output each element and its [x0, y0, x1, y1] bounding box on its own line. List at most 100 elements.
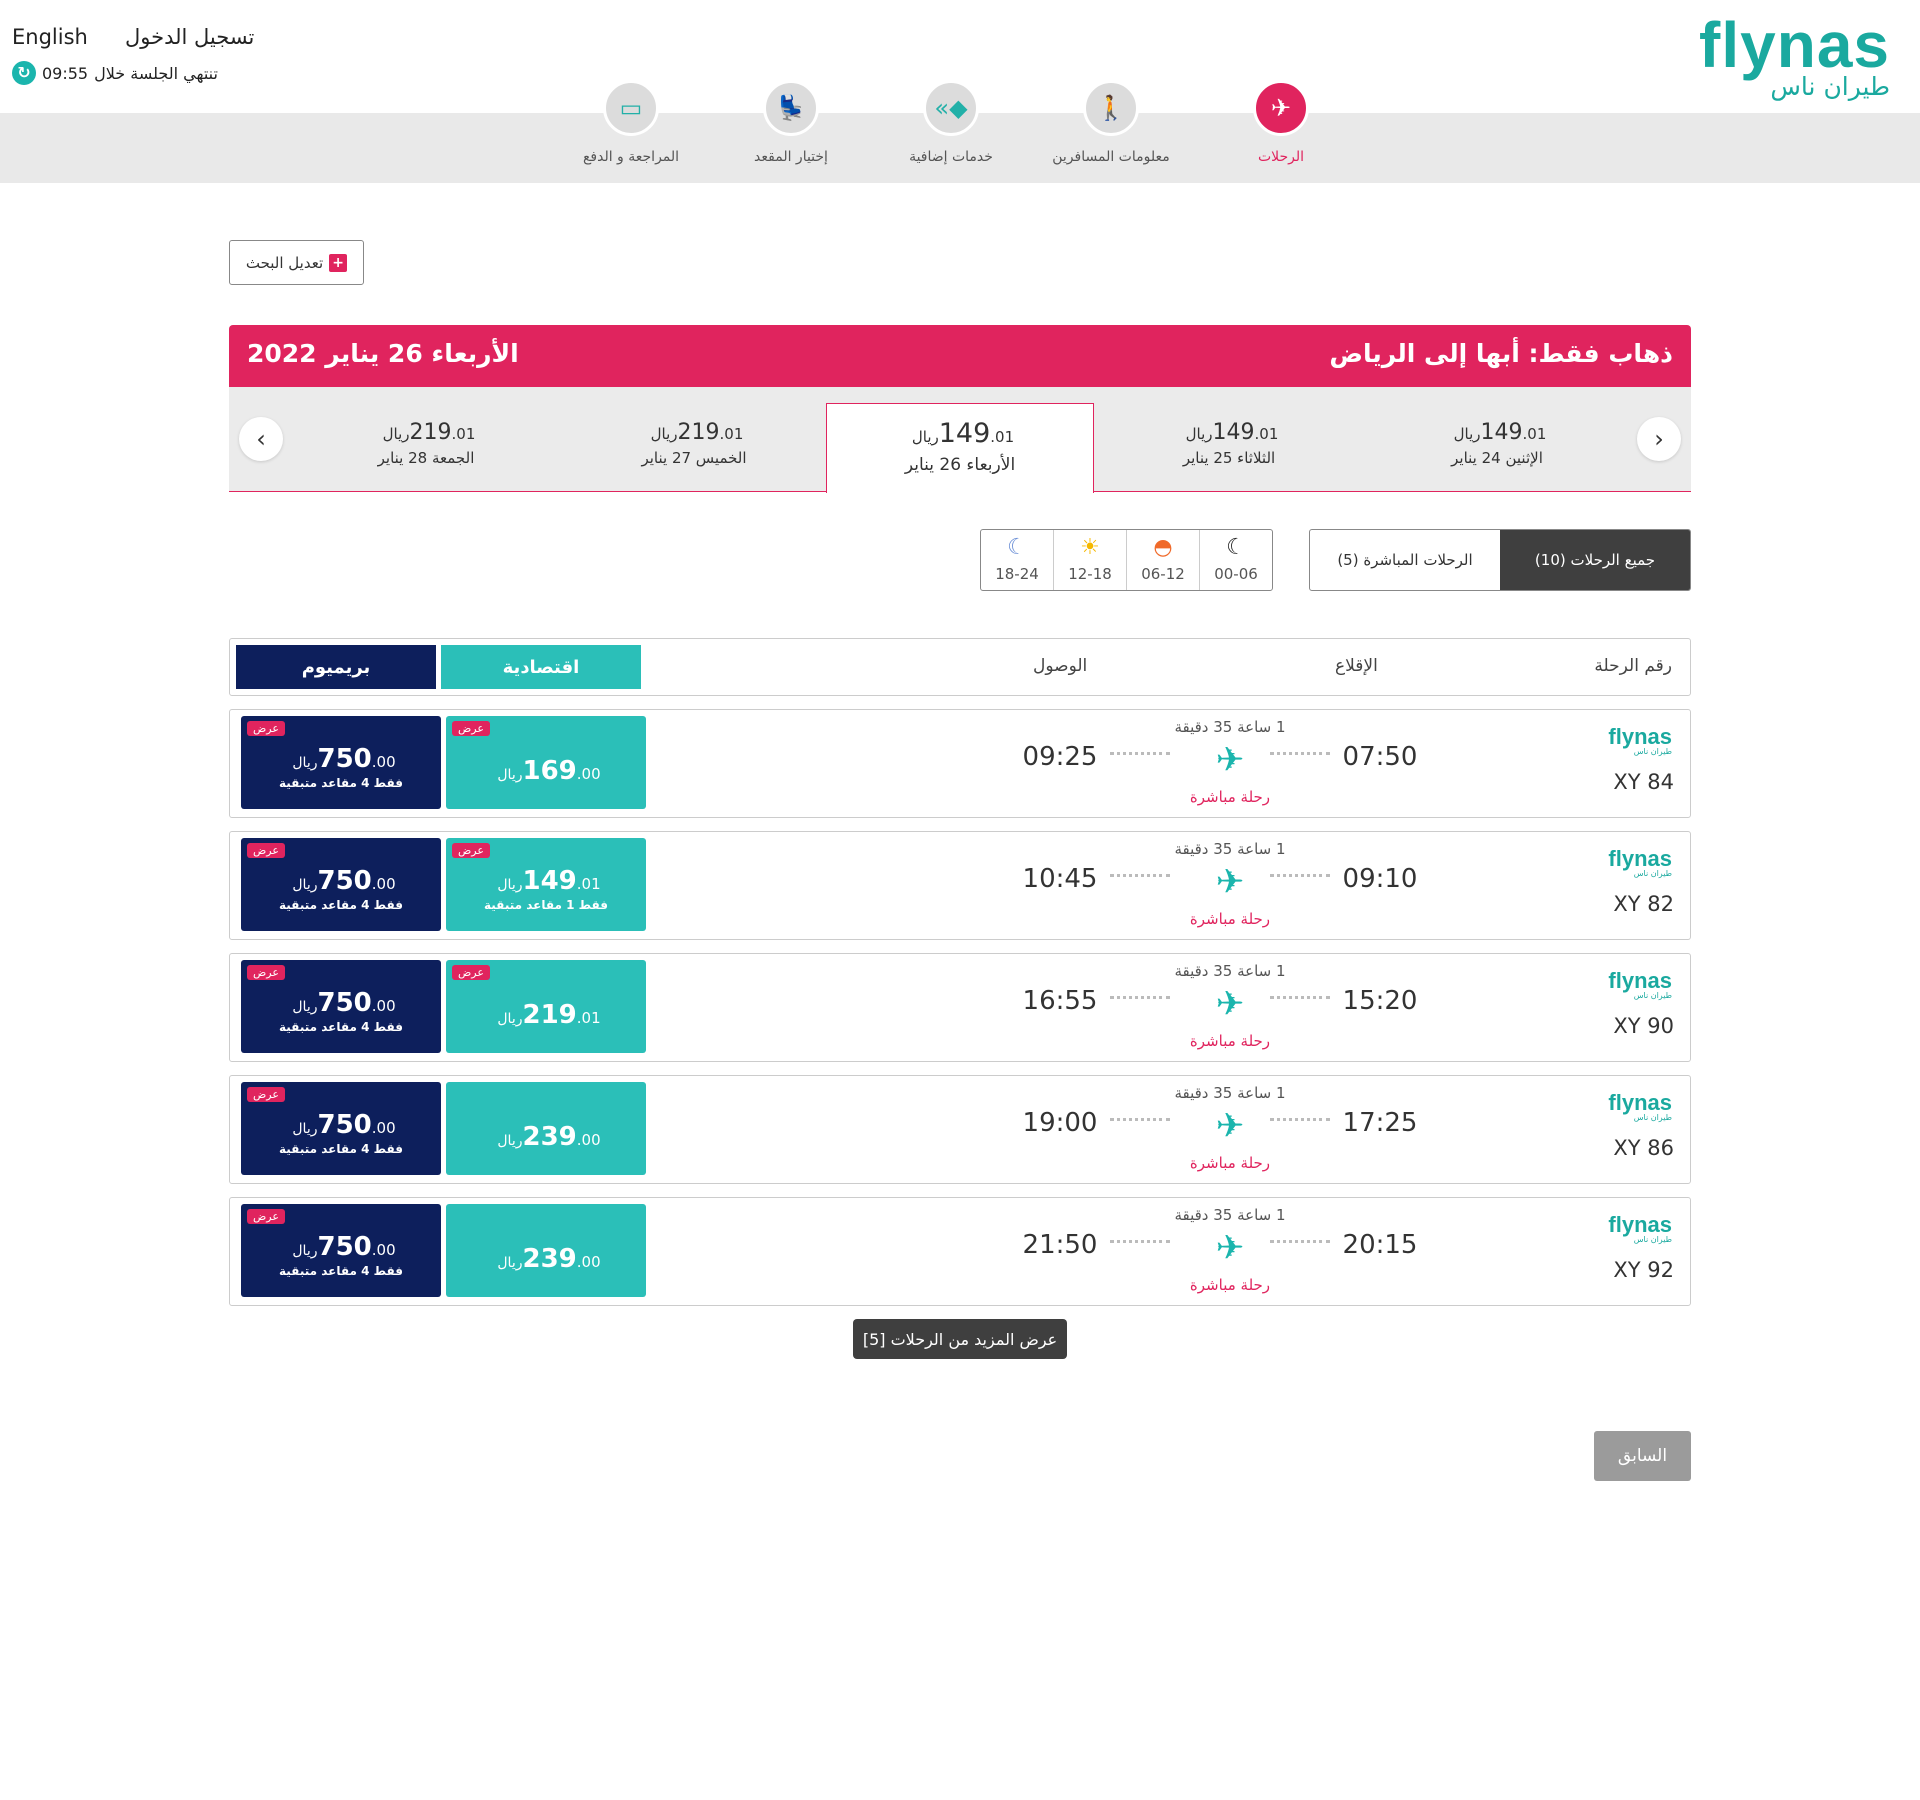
flight-type-label: رحلة مباشرة	[1189, 910, 1271, 928]
flight-row: flynas طيران ناس XY 86 17:25 1 ساعة 35 د…	[229, 1075, 1691, 1184]
plane-icon: ✈	[1215, 862, 1245, 902]
plane-icon: ✈	[1215, 1106, 1245, 1146]
premium-fare-button[interactable]: عرض 750.00ريال فقط 4 مقاعد متبقية	[241, 716, 441, 809]
payment-icon: ▭	[603, 80, 659, 136]
flight-duration: 1 ساعة 35 دقيقة	[1174, 962, 1286, 980]
refresh-icon[interactable]: ↻	[12, 61, 36, 85]
route-date: الأربعاء 26 يناير 2022	[247, 339, 519, 368]
flight-number: XY 92	[1613, 1258, 1674, 1282]
flight-duration: 1 ساعة 35 دقيقة	[1174, 1084, 1286, 1102]
flight-type-label: رحلة مباشرة	[1189, 1276, 1271, 1294]
arrival-time: 16:55	[1022, 986, 1098, 1016]
date-selector: › ‹ 149.01ريال الإثنين 24 يناير 149.01ري…	[229, 387, 1691, 493]
seats-left: فقط 1 مقاعد متبقية	[484, 898, 608, 912]
extras-icon: «◆	[923, 80, 979, 136]
route-dots	[1110, 874, 1170, 877]
flight-type-label: رحلة مباشرة	[1189, 1032, 1271, 1050]
date-option[interactable]: 149.01ريال الثلاثاء 25 يناير	[1119, 387, 1339, 492]
chevron-left-icon[interactable]: ‹	[239, 417, 283, 461]
seats-left: فقط 4 مقاعد متبقية	[279, 1142, 403, 1156]
plane-icon: ✈	[1215, 1228, 1245, 1268]
offer-badge: عرض	[247, 843, 285, 858]
economy-fare-button[interactable]: عرض 149.01ريال فقط 1 مقاعد متبقية	[446, 838, 646, 931]
offer-badge: عرض	[247, 721, 285, 736]
time-filter-12-18[interactable]: ☀ 12-18	[1054, 530, 1127, 590]
premium-fare-button[interactable]: عرض 750.00ريال فقط 4 مقاعد متبقية	[241, 1082, 441, 1175]
session-timer: ↻ 09:55 تنتهي الجلسة خلال	[12, 61, 218, 85]
economy-fare-button[interactable]: 239.00ريال	[446, 1082, 646, 1175]
premium-fare-button[interactable]: عرض 750.00ريال فقط 4 مقاعد متبقية	[241, 960, 441, 1053]
economy-fare-button[interactable]: 239.00ريال	[446, 1204, 646, 1297]
flynas-logo-small: flynas طيران ناس	[1608, 968, 1672, 1000]
economy-fare-button[interactable]: عرض 169.00ريال	[446, 716, 646, 809]
header-economy: اقتصادية	[441, 645, 641, 689]
night-icon: ☾	[1226, 535, 1246, 560]
arrival-time: 21:50	[1022, 1230, 1098, 1260]
header-flight-number: رقم الرحلة	[1594, 656, 1672, 676]
session-text: تنتهي الجلسة خلال	[94, 63, 218, 83]
departure-time: 15:20	[1342, 986, 1418, 1016]
date-option[interactable]: 219.01ريال الجمعة 28 يناير	[316, 387, 536, 492]
route-dots	[1270, 1118, 1330, 1121]
flynas-logo[interactable]: flynas طيران ناس	[1699, 10, 1890, 99]
date-option[interactable]: 149.01ريال الإثنين 24 يناير	[1387, 387, 1607, 492]
plus-icon: +	[329, 253, 348, 272]
step-review-payment[interactable]: ▭ المراجعة و الدفع	[551, 80, 711, 165]
tab-all-flights[interactable]: جميع الرحلات (10)	[1500, 530, 1690, 590]
chevron-right-icon[interactable]: ›	[1637, 417, 1681, 461]
show-more-flights-button[interactable]: عرض المزيد من الرحلات [5]	[853, 1319, 1067, 1359]
fare-amount: 750.00ريال	[292, 988, 396, 1018]
departure-time: 07:50	[1342, 742, 1418, 772]
sun-icon: ☀	[1080, 535, 1100, 560]
premium-fare-button[interactable]: عرض 750.00ريال فقط 4 مقاعد متبقية	[241, 838, 441, 931]
fare-amount: 750.00ريال	[292, 744, 396, 774]
step-extras[interactable]: «◆ خدمات إضافية	[871, 80, 1031, 165]
economy-fare-button[interactable]: عرض 219.01ريال	[446, 960, 646, 1053]
tab-direct-flights[interactable]: الرحلات المباشرة (5)	[1310, 530, 1500, 590]
arrival-time: 19:00	[1022, 1108, 1098, 1138]
offer-badge: عرض	[452, 965, 490, 980]
fare-amount: 750.00ريال	[292, 1232, 396, 1262]
route-dots	[1110, 1240, 1170, 1243]
fare-amount: 169.00ريال	[497, 756, 601, 786]
time-filter-00-06[interactable]: ☾ 00-06	[1200, 530, 1272, 590]
route-dots	[1270, 752, 1330, 755]
fare-amount: 239.00ريال	[497, 1244, 601, 1274]
flight-duration: 1 ساعة 35 دقيقة	[1174, 1206, 1286, 1224]
previous-button[interactable]: السابق	[1594, 1431, 1691, 1481]
fare-amount: 149.01ريال	[497, 866, 601, 896]
time-filter-06-12[interactable]: ◓ 06-12	[1127, 530, 1200, 590]
modify-search-button[interactable]: تعديل البحث +	[229, 240, 364, 285]
flight-row: flynas طيران ناس XY 84 07:50 1 ساعة 35 د…	[229, 709, 1691, 818]
arrival-time: 10:45	[1022, 864, 1098, 894]
step-flights[interactable]: ✈ الرحلات	[1201, 80, 1361, 165]
flight-type-tabs: الرحلات المباشرة (5) جميع الرحلات (10)	[1309, 529, 1691, 591]
fare-amount: 219.01ريال	[497, 1000, 601, 1030]
flight-number: XY 90	[1613, 1014, 1674, 1038]
offer-badge: عرض	[247, 965, 285, 980]
route-dots	[1270, 874, 1330, 877]
flynas-logo-small: flynas طيران ناس	[1608, 1090, 1672, 1122]
route-title: ذهاب فقط: أبها إلى الرياض	[1329, 339, 1673, 368]
flight-number: XY 82	[1613, 892, 1674, 916]
flight-duration: 1 ساعة 35 دقيقة	[1174, 840, 1286, 858]
step-passenger-info[interactable]: 🚶 معلومات المسافرين	[1031, 80, 1191, 165]
login-link[interactable]: تسجيل الدخول	[125, 25, 254, 49]
language-link[interactable]: English	[12, 25, 88, 49]
flight-number: XY 86	[1613, 1136, 1674, 1160]
step-seat-selection[interactable]: 💺 إختيار المقعد	[711, 80, 871, 165]
time-filter-18-24[interactable]: ☾ 18-24	[981, 530, 1054, 590]
departure-time: 20:15	[1342, 1230, 1418, 1260]
premium-fare-button[interactable]: عرض 750.00ريال فقط 4 مقاعد متبقية	[241, 1204, 441, 1297]
header-arrival: الوصول	[1033, 656, 1088, 676]
route-dots	[1110, 752, 1170, 755]
departure-time: 09:10	[1342, 864, 1418, 894]
flynas-logo-small: flynas طيران ناس	[1608, 724, 1672, 756]
route-dots	[1110, 1118, 1170, 1121]
date-option-selected[interactable]: 149.01ريال الأربعاء 26 يناير	[826, 403, 1094, 493]
arrival-time: 09:25	[1022, 742, 1098, 772]
flynas-logo-small: flynas طيران ناس	[1608, 846, 1672, 878]
plane-icon: ✈	[1215, 984, 1245, 1024]
date-option[interactable]: 219.01ريال الخميس 27 يناير	[584, 387, 804, 492]
seat-icon: 💺	[763, 80, 819, 136]
